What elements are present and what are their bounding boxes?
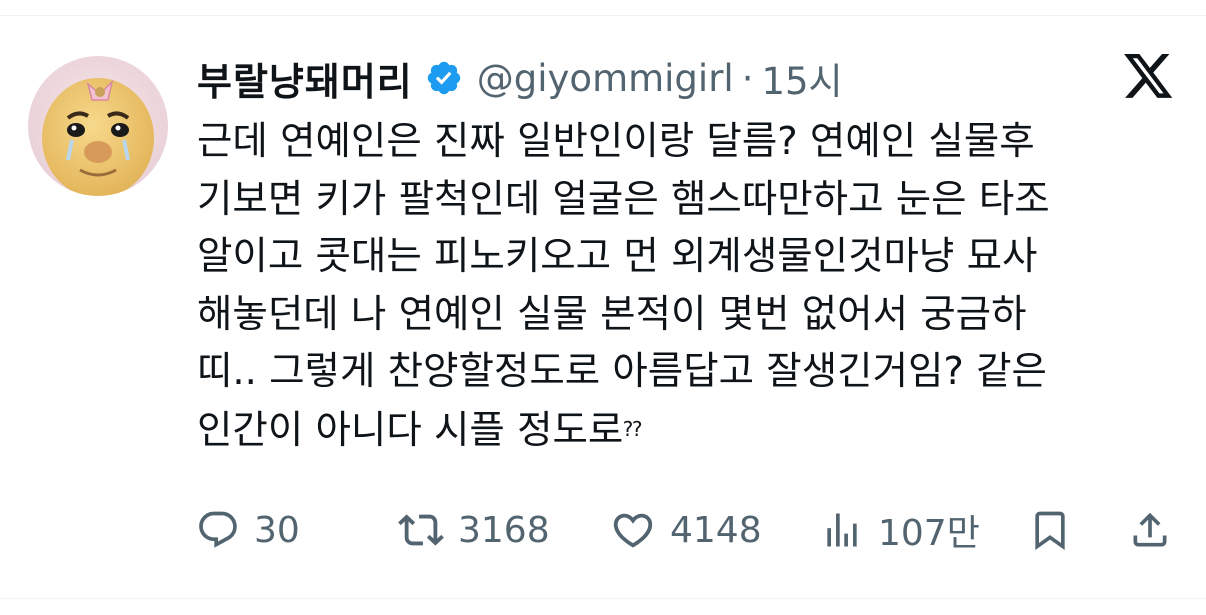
display-name[interactable]: 부랄냥돼머리 [197, 51, 413, 106]
share-button[interactable] [1128, 500, 1172, 560]
action-bar: 30 3168 4148 107만 [0, 500, 1206, 560]
tweet-line-1: 근데 연예인은 진짜 일반인이랑 달름? 연예인 실물후 [197, 119, 1035, 164]
tweet-header: 부랄냥돼머리 @giyommigirl · 15시 [197, 52, 843, 104]
separator-dot: · [741, 56, 754, 100]
like-button[interactable]: 4148 [610, 500, 762, 560]
bookmark-icon [1028, 508, 1072, 552]
tweet-line-5: 띠.. 그렇게 찬양할정도로 아름답고 잘생긴거임? 같은 [197, 349, 1047, 394]
tweet-line-2: 기보면 키가 팔척인데 얼굴은 햄스따만하고 눈은 타조 [197, 176, 1050, 222]
retweet-icon [398, 507, 444, 553]
avatar[interactable] [28, 56, 168, 196]
tweet-line-6: 인간이 아니다 시플 정도로⁇ [197, 401, 1187, 460]
avatar-image [28, 56, 168, 196]
views-icon [820, 508, 864, 552]
share-icon [1128, 508, 1172, 552]
like-icon [610, 507, 656, 553]
tweet-line-6-text: 인간이 아니다 시플 정도로 [197, 407, 624, 453]
views-button[interactable]: 107만 [820, 500, 980, 560]
top-divider [0, 15, 1206, 16]
tweet-line-3: 알이고 콧대는 피노키오고 먼 외계생물인것마냥 묘사 [197, 234, 1038, 279]
bottom-divider [0, 598, 1206, 599]
view-count: 107만 [878, 513, 980, 554]
verified-badge-icon [425, 59, 463, 97]
tweet-line-4: 해놓던데 나 연예인 실물 본적이 몇번 없어서 궁금하 [197, 291, 1027, 337]
reply-icon [196, 508, 240, 552]
retweet-count: 3168 [458, 509, 550, 551]
like-count: 4148 [670, 509, 762, 551]
author-handle[interactable]: @giyommigirl [477, 57, 734, 100]
timestamp[interactable]: 15시 [761, 51, 842, 105]
reply-count: 30 [254, 509, 300, 551]
reply-button[interactable]: 30 [196, 500, 300, 560]
retweet-button[interactable]: 3168 [398, 500, 550, 560]
x-logo-icon[interactable] [1122, 54, 1176, 100]
tweet-text: 근데 연예인은 진짜 일반인이랑 달름? 연예인 실물후 기보면 키가 팔척인데… [197, 113, 1187, 459]
bookmark-button[interactable] [1028, 500, 1072, 560]
trailing-question-marks: ⁇ [623, 416, 642, 441]
